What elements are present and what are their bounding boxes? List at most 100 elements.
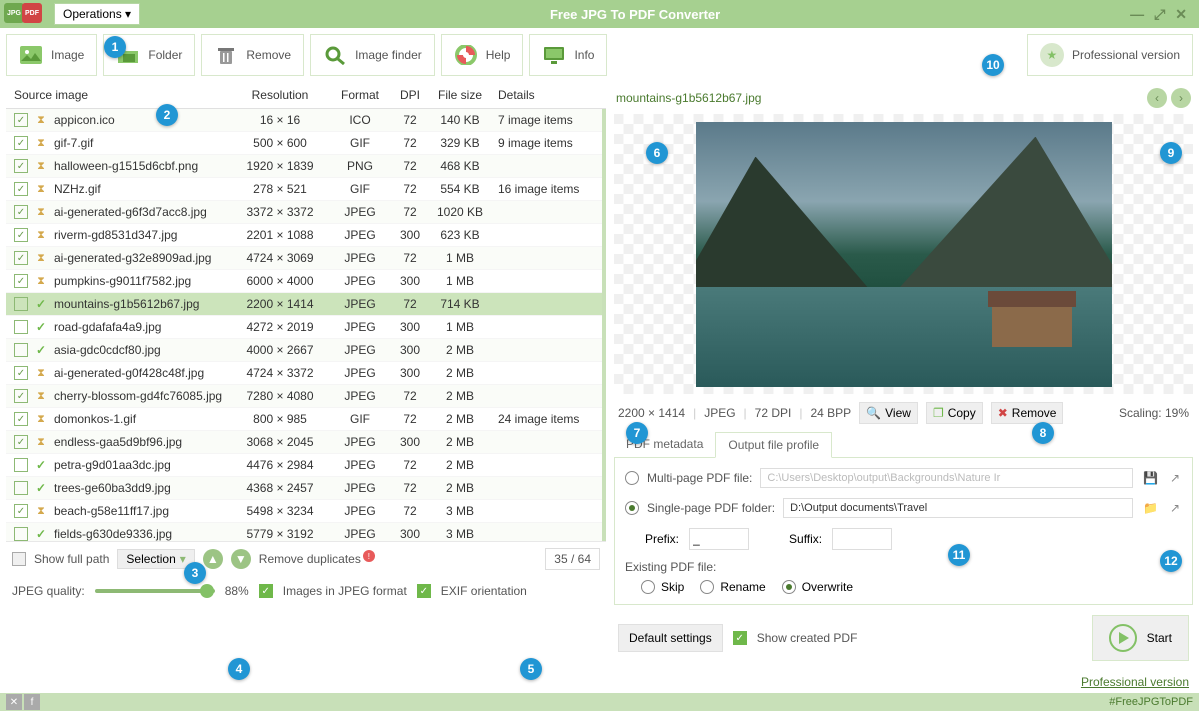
table-row[interactable]: ✓asia-gdc0cdcf80.jpg 4000 × 2667 JPEG 30… <box>6 339 602 362</box>
row-checkbox[interactable] <box>14 481 28 495</box>
info-button[interactable]: Info <box>529 34 607 76</box>
default-settings-button[interactable]: Default settings <box>618 624 723 652</box>
row-checkbox[interactable] <box>14 228 28 242</box>
row-checkbox[interactable] <box>14 182 28 196</box>
x-social-icon[interactable]: ✕ <box>6 694 22 710</box>
show-full-path-checkbox[interactable] <box>12 552 26 566</box>
header-format[interactable]: Format <box>330 88 390 102</box>
table-row[interactable]: ⧗ai-generated-g6f3d7acc8.jpg 3372 × 3372… <box>6 201 602 224</box>
header-filesize[interactable]: File size <box>430 88 490 102</box>
professional-version-button[interactable]: ★ Professional version <box>1027 34 1193 76</box>
row-checkbox[interactable] <box>14 136 28 150</box>
jpeg-format-checkbox[interactable] <box>259 584 273 598</box>
table-row[interactable]: ⧗gif-7.gif 500 × 600 GIF 72 329 KB 9 ima… <box>6 132 602 155</box>
remove-button[interactable]: Remove <box>201 34 304 76</box>
done-icon: ✓ <box>36 320 46 334</box>
operations-dropdown[interactable]: Operations ▾ <box>54 3 140 25</box>
row-checkbox[interactable] <box>14 159 28 173</box>
play-icon <box>1109 624 1137 652</box>
maximize-icon[interactable]: ⤢ <box>1154 6 1165 23</box>
minimize-icon[interactable]: — <box>1130 6 1144 23</box>
table-row[interactable]: ✓road-gdafafa4a9.jpg 4272 × 2019 JPEG 30… <box>6 316 602 339</box>
remove-duplicates-button[interactable]: Remove duplicates! <box>259 552 375 567</box>
prev-image-button[interactable]: ‹ <box>1147 88 1167 108</box>
row-checkbox[interactable] <box>14 205 28 219</box>
suffix-label: Suffix: <box>789 532 822 546</box>
row-resolution: 4368 × 2457 <box>230 481 330 495</box>
row-dpi: 300 <box>390 366 430 380</box>
external-icon[interactable]: ↗ <box>1168 469 1182 487</box>
copy-button[interactable]: ❐Copy <box>926 402 983 424</box>
move-up-button[interactable]: ▲ <box>203 549 223 569</box>
row-checkbox[interactable] <box>14 113 28 127</box>
table-row[interactable]: ⧗halloween-g1515d6cbf.png 1920 × 1839 PN… <box>6 155 602 178</box>
header-resolution[interactable]: Resolution <box>230 88 330 102</box>
help-button[interactable]: Help <box>441 34 524 76</box>
tab-output-profile[interactable]: Output file profile <box>715 432 832 458</box>
overwrite-radio[interactable] <box>782 580 796 594</box>
pro-version-link[interactable]: Professional version <box>1081 675 1189 689</box>
row-checkbox[interactable] <box>14 435 28 449</box>
row-checkbox[interactable] <box>14 343 28 357</box>
table-row[interactable]: ⧗endless-gaa5d9bf96.jpg 3068 × 2045 JPEG… <box>6 431 602 454</box>
table-row[interactable]: ⧗ai-generated-g32e8909ad.jpg 4724 × 3069… <box>6 247 602 270</box>
row-checkbox[interactable] <box>14 320 28 334</box>
folder-open-icon[interactable]: 📁 <box>1141 499 1160 517</box>
table-row[interactable]: ⧗pumpkins-g9011f7582.jpg 6000 × 4000 JPE… <box>6 270 602 293</box>
table-row[interactable]: ✓petra-g9d01aa3dc.jpg 4476 × 2984 JPEG 7… <box>6 454 602 477</box>
close-icon[interactable]: ✕ <box>1175 6 1187 23</box>
quality-slider[interactable] <box>95 589 215 593</box>
prefix-input[interactable] <box>689 528 749 550</box>
table-row[interactable]: ⧗NZHz.gif 278 × 521 GIF 72 554 KB 16 ima… <box>6 178 602 201</box>
image-finder-button[interactable]: Image finder <box>310 34 435 76</box>
start-button[interactable]: Start <box>1092 615 1189 661</box>
singlepage-radio[interactable] <box>625 501 639 515</box>
preview-remove-button[interactable]: ✖Remove <box>991 402 1064 424</box>
table-row[interactable]: ⧗appicon.ico 16 × 16 ICO 72 140 KB 7 ima… <box>6 109 602 132</box>
rename-radio[interactable] <box>700 580 714 594</box>
table-row[interactable]: ✓mountains-g1b5612b67.jpg 2200 × 1414 JP… <box>6 293 602 316</box>
table-row[interactable]: ✓fields-g630de9336.jpg 5779 × 3192 JPEG … <box>6 523 602 541</box>
row-checkbox[interactable] <box>14 366 28 380</box>
move-down-button[interactable]: ▼ <box>231 549 251 569</box>
external-icon-2[interactable]: ↗ <box>1168 499 1182 517</box>
row-checkbox[interactable] <box>14 412 28 426</box>
header-dpi[interactable]: DPI <box>390 88 430 102</box>
row-checkbox[interactable] <box>14 504 28 518</box>
add-image-button[interactable]: Image <box>6 34 97 76</box>
save-icon[interactable]: 💾 <box>1141 469 1160 487</box>
singlepage-path-input[interactable] <box>783 498 1133 518</box>
multipage-radio[interactable] <box>625 471 639 485</box>
preview-image[interactable] <box>696 122 1112 387</box>
row-checkbox[interactable] <box>14 297 28 311</box>
row-dpi: 300 <box>390 320 430 334</box>
table-row[interactable]: ⧗ai-generated-g0f428c48f.jpg 4724 × 3372… <box>6 362 602 385</box>
table-body[interactable]: ⧗appicon.ico 16 × 16 ICO 72 140 KB 7 ima… <box>6 109 606 541</box>
row-format: JPEG <box>330 205 390 219</box>
table-row[interactable]: ⧗riverm-gd8531d347.jpg 2201 × 1088 JPEG … <box>6 224 602 247</box>
skip-radio[interactable] <box>641 580 655 594</box>
hourglass-icon: ⧗ <box>37 137 45 150</box>
facebook-icon[interactable]: f <box>24 694 40 710</box>
selection-dropdown[interactable]: Selection▾ <box>117 549 194 569</box>
row-checkbox[interactable] <box>14 389 28 403</box>
show-created-checkbox[interactable] <box>733 631 747 645</box>
row-filename: trees-ge60ba3dd9.jpg <box>54 481 171 495</box>
next-image-button[interactable]: › <box>1171 88 1191 108</box>
row-checkbox[interactable] <box>14 251 28 265</box>
header-details[interactable]: Details <box>490 88 602 102</box>
row-checkbox[interactable] <box>14 527 28 541</box>
suffix-input[interactable] <box>832 528 892 550</box>
header-source[interactable]: Source image <box>10 88 230 102</box>
table-row[interactable]: ⧗domonkos-1.gif 800 × 985 GIF 72 2 MB 24… <box>6 408 602 431</box>
row-checkbox[interactable] <box>14 274 28 288</box>
row-dpi: 72 <box>390 182 430 196</box>
multipage-path-input[interactable] <box>760 468 1133 488</box>
table-row[interactable]: ✓trees-ge60ba3dd9.jpg 4368 × 2457 JPEG 7… <box>6 477 602 500</box>
exif-checkbox[interactable] <box>417 584 431 598</box>
table-row[interactable]: ⧗beach-g58e11ff17.jpg 5498 × 3234 JPEG 7… <box>6 500 602 523</box>
table-row[interactable]: ⧗cherry-blossom-gd4fc76085.jpg 7280 × 40… <box>6 385 602 408</box>
row-checkbox[interactable] <box>14 458 28 472</box>
view-button[interactable]: 🔍View <box>859 402 918 424</box>
row-resolution: 500 × 600 <box>230 136 330 150</box>
